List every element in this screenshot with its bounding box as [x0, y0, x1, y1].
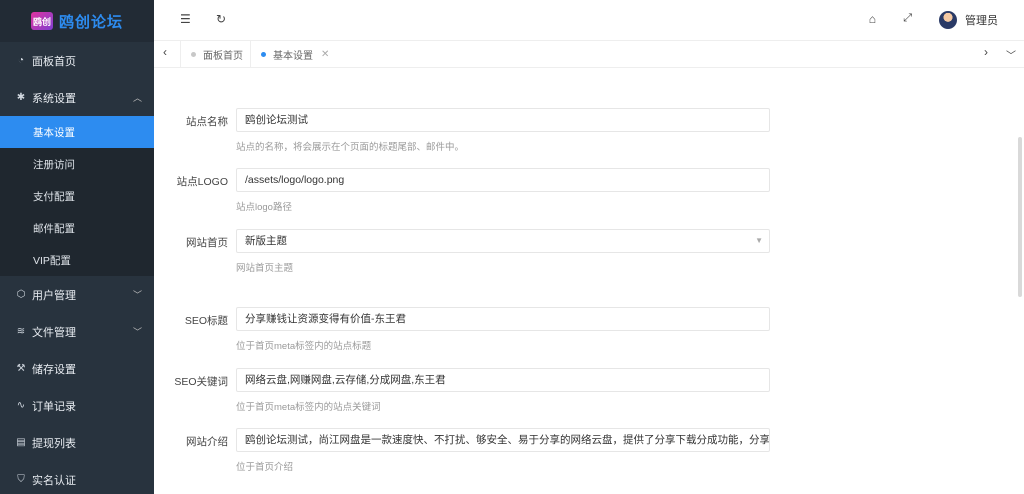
- sidebar-item-files[interactable]: ≋ 文件管理 ﹀: [0, 313, 154, 350]
- tab-dashboard[interactable]: 面板首页: [180, 41, 253, 67]
- shield-icon: ⛉: [17, 474, 25, 485]
- submenu-item-payment[interactable]: 支付配置: [0, 180, 154, 212]
- tab-dot: [261, 51, 266, 57]
- avatar: [939, 11, 957, 29]
- gear-icon: ✱: [16, 92, 26, 103]
- field-label: SEO标题: [184, 315, 228, 327]
- field-help: 站点logo路径: [236, 202, 292, 213]
- admin-name: 管理员: [965, 15, 998, 27]
- sidebar-item-label: 文件管理: [32, 326, 76, 339]
- field-label: 站点名称: [186, 116, 228, 128]
- field-help: 位于首页介绍: [236, 462, 294, 473]
- cube-icon: ⬡: [16, 289, 26, 300]
- caret-down-icon: ▼: [755, 236, 763, 245]
- sidebar-item-label: 系统设置: [32, 92, 76, 105]
- sidebar-item-users[interactable]: ⬡ 用户管理 ﹀: [0, 276, 154, 313]
- field-label: 网站介绍: [186, 436, 228, 448]
- menu-toggle-icon[interactable]: ☰: [180, 12, 191, 26]
- submenu-item-basic[interactable]: 基本设置: [0, 116, 154, 148]
- top-bar: ☰ ↻ ⌂ ⤢ 管理员: [154, 0, 1024, 41]
- tabs-bar: ‹ 面板首页 基本设置 ✕ › ﹀: [154, 41, 1024, 68]
- brand[interactable]: 鸥创 鸥创论坛: [0, 0, 154, 42]
- sidebar-item-verify[interactable]: ⛉ 实名认证: [0, 461, 154, 494]
- close-icon[interactable]: ✕: [321, 49, 329, 60]
- field-label: 网站首页: [186, 237, 228, 249]
- sidebar-item-label: 储存设置: [32, 363, 76, 376]
- field-help: 位于首页meta标签内的站点关键词: [236, 402, 381, 413]
- settings-form: 站点名称 鸥创论坛测试 站点的名称，将会展示在个页面的标题尾部、邮件中。 站点L…: [154, 67, 1024, 494]
- brand-logo-icon: 鸥创: [30, 12, 53, 30]
- field-label: SEO关键词: [174, 376, 228, 388]
- field-help: 网站首页主题: [236, 263, 294, 274]
- field-help: 位于首页meta标签内的站点标题: [236, 341, 372, 352]
- field-help: 站点的名称，将会展示在个页面的标题尾部、邮件中。: [236, 142, 465, 153]
- sidebar-item-label: 面板首页: [32, 55, 76, 68]
- tabs-prev-icon[interactable]: ‹: [163, 45, 167, 59]
- sidebar-item-dashboard[interactable]: ◔ 面板首页: [0, 42, 154, 79]
- seo-keywords-input[interactable]: 网络云盘,网赚网盘,云存储,分成网盘,东王君: [236, 368, 770, 392]
- site-name-input[interactable]: 鸥创论坛测试: [236, 108, 770, 132]
- layers-icon: ≋: [16, 326, 26, 337]
- tab-dot: [191, 51, 196, 57]
- list-icon: ▤: [16, 437, 26, 448]
- chevron-down-icon: ﹀: [132, 290, 142, 300]
- sidebar-item-label: 实名认证: [32, 474, 76, 487]
- tabs-dropdown-icon[interactable]: ﹀: [1006, 47, 1016, 62]
- sidebar-item-label: 提现列表: [32, 437, 76, 450]
- submenu-item-register[interactable]: 注册访问: [0, 148, 154, 180]
- settings-submenu: 基本设置 注册访问 支付配置 邮件配置 VIP配置: [0, 116, 154, 276]
- brand-title: 鸥创论坛: [58, 13, 123, 31]
- tab-label: 面板首页: [203, 50, 243, 62]
- sidebar-item-label: 订单记录: [32, 400, 76, 413]
- wrench-icon: ⚒: [16, 363, 26, 374]
- field-label: 站点LOGO: [176, 176, 228, 188]
- tabs-next-icon[interactable]: ›: [984, 45, 988, 59]
- submenu-item-mail[interactable]: 邮件配置: [0, 212, 154, 244]
- site-intro-input[interactable]: 鸥创论坛测试，尚江网盘是一款速度快、不打扰、够安全、易于分享的网络云盘，提供了分…: [236, 428, 770, 452]
- refresh-icon[interactable]: ↻: [216, 12, 226, 26]
- home-icon[interactable]: ⌂: [869, 12, 876, 26]
- sidebar-item-label: 用户管理: [32, 289, 76, 302]
- site-logo-input[interactable]: /assets/logo/logo.png: [236, 168, 770, 192]
- tab-label: 基本设置: [273, 50, 313, 62]
- seo-title-input[interactable]: 分享赚钱让资源变得有价值-东王君: [236, 307, 770, 331]
- home-theme-select[interactable]: 新版主题 ▼: [236, 229, 770, 253]
- submenu-item-vip[interactable]: VIP配置: [0, 244, 154, 276]
- chevron-down-icon: ﹀: [132, 327, 142, 337]
- sidebar-item-orders[interactable]: ∿ 订单记录: [0, 387, 154, 424]
- sidebar-item-settings[interactable]: ✱ 系统设置 ︿: [0, 79, 154, 116]
- chevron-up-icon: ︿: [132, 93, 142, 103]
- activity-icon: ∿: [16, 400, 26, 411]
- sidebar: 鸥创 鸥创论坛 ◔ 面板首页 ✱ 系统设置 ︿ 基本设置 注册访问 支付配置 邮…: [0, 0, 154, 494]
- scrollbar[interactable]: [1018, 137, 1022, 297]
- sidebar-item-withdraw[interactable]: ▤ 提现列表: [0, 424, 154, 461]
- select-value: 新版主题: [245, 235, 287, 247]
- sidebar-item-storage[interactable]: ⚒ 储存设置: [0, 350, 154, 387]
- tab-basic-settings[interactable]: 基本设置 ✕: [250, 41, 339, 67]
- dashboard-icon: ◔: [17, 55, 25, 66]
- fullscreen-icon[interactable]: ⤢: [903, 12, 912, 25]
- admin-menu[interactable]: 管理员: [939, 11, 998, 29]
